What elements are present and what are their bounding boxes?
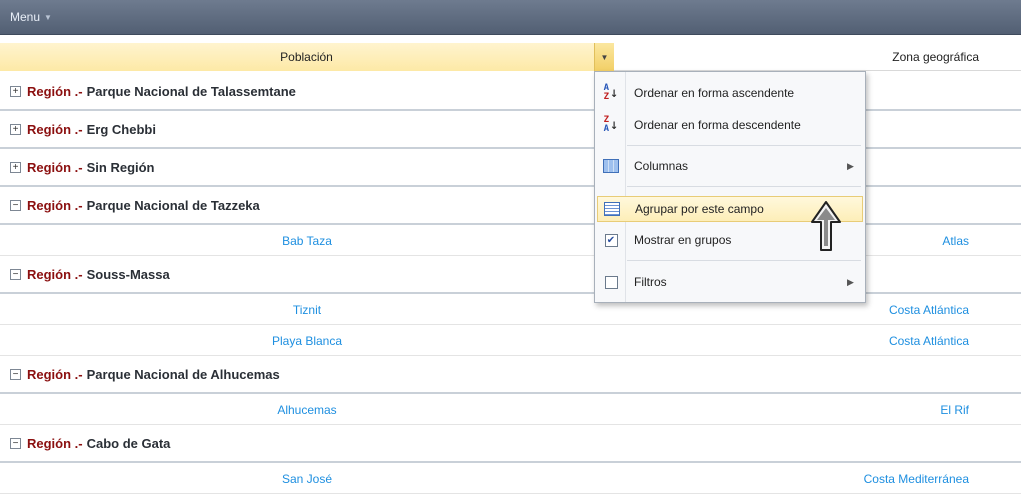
menu-separator xyxy=(627,186,861,187)
group-prefix: Región .- xyxy=(27,197,83,213)
group-name: Parque Nacional de Tazzeka xyxy=(86,197,260,213)
group-prefix: Región .- xyxy=(27,159,83,175)
menu-separator xyxy=(627,145,861,146)
mouse-cursor-icon xyxy=(811,201,841,251)
group-row: + Región .- Erg Chebbi xyxy=(0,111,1021,149)
grid-body: + Región .- Parque Nacional de Talassemtan… xyxy=(0,73,1021,494)
grid-header: Población ▼ Zona geográfica xyxy=(0,43,1021,71)
group-prefix: Región .- xyxy=(27,83,83,99)
checkbox-unchecked-icon xyxy=(604,275,618,289)
expand-icon[interactable]: + xyxy=(10,85,21,97)
group-row: − Región .- Parque Nacional de Alhucemas xyxy=(0,356,1021,394)
group-prefix: Región .- xyxy=(27,435,83,451)
chevron-down-icon: ▼ xyxy=(44,12,52,22)
submenu-arrow-icon: ▶ xyxy=(847,276,854,287)
group-by-icon xyxy=(604,202,620,216)
column-header-zona[interactable]: Zona geográfica xyxy=(614,43,1021,71)
columns-icon xyxy=(603,159,619,173)
menu-label: Menu xyxy=(10,10,41,24)
table-row[interactable]: Tiznit Costa Atlántica xyxy=(0,294,1021,325)
menu-item-label: Ordenar en forma ascendente xyxy=(634,86,795,100)
table-row[interactable]: San José Costa Mediterránea xyxy=(0,463,1021,494)
cell-poblacion: Tiznit xyxy=(292,302,322,317)
column-header-poblacion[interactable]: Población xyxy=(0,43,614,71)
group-row: + Región .- Sin Región xyxy=(0,149,1021,187)
cell-zona: Costa Mediterránea xyxy=(863,471,969,486)
table-row[interactable]: Playa Blanca Costa Atlántica xyxy=(0,325,1021,356)
menu-item-sort-asc[interactable]: A Z ↓ Ordenar en forma ascendente xyxy=(597,80,863,106)
collapse-icon[interactable]: − xyxy=(10,437,21,449)
group-prefix: Región .- xyxy=(27,266,83,282)
column-context-menu: A Z ↓ Ordenar en forma ascendente Z A ↓ Orde… xyxy=(594,71,866,303)
cell-poblacion: San José xyxy=(281,471,333,486)
menu-item-label: Ordenar en forma descendente xyxy=(634,118,801,132)
group-row: + Región .- Parque Nacional de Talassemtan… xyxy=(0,73,1021,111)
group-name: Parque Nacional de Talassemtane xyxy=(86,83,296,99)
group-row: − Región .- Parque Nacional de Tazzeka xyxy=(0,187,1021,225)
menu-item-filters[interactable]: Filtros ▶ xyxy=(597,269,863,295)
expand-icon[interactable]: + xyxy=(10,161,21,173)
group-name: Sin Región xyxy=(86,159,155,175)
expand-icon[interactable]: + xyxy=(10,123,21,135)
column-header-poblacion-label: Población xyxy=(280,50,333,64)
table-row[interactable]: Bab Taza Atlas xyxy=(0,225,1021,256)
group-name: Souss-Massa xyxy=(86,266,170,282)
menu-item-sort-desc[interactable]: Z A ↓ Ordenar en forma descendente xyxy=(597,112,863,138)
menu-item-label: Filtros xyxy=(634,275,667,289)
collapse-icon[interactable]: − xyxy=(10,268,21,280)
group-name: Erg Chebbi xyxy=(86,121,156,137)
collapse-icon[interactable]: − xyxy=(10,199,21,211)
column-header-zona-label: Zona geográfica xyxy=(892,50,979,64)
menubar: Menu ▼ xyxy=(0,0,1021,35)
cell-poblacion: Playa Blanca xyxy=(271,333,343,348)
group-row: − Región .- Souss-Massa xyxy=(0,256,1021,294)
sort-ascending-icon: A Z ↓ xyxy=(603,83,619,102)
group-prefix: Región .- xyxy=(27,366,83,382)
group-prefix: Región .- xyxy=(27,121,83,137)
group-row: − Región .- Cabo de Gata xyxy=(0,425,1021,463)
chevron-down-icon: ▼ xyxy=(600,52,609,62)
table-row[interactable]: Alhucemas El Rif xyxy=(0,394,1021,425)
cell-poblacion: Bab Taza xyxy=(282,233,332,248)
menu-button[interactable]: Menu ▼ xyxy=(10,10,52,24)
menu-item-label: Columnas xyxy=(634,159,689,173)
cell-zona: Costa Atlántica xyxy=(888,333,969,348)
menu-separator xyxy=(627,260,861,261)
submenu-arrow-icon: ▶ xyxy=(847,160,854,171)
cell-zona: El Rif xyxy=(940,402,969,417)
checkbox-checked-icon: ✔ xyxy=(604,233,618,247)
column-menu-trigger[interactable]: ▼ xyxy=(594,43,614,71)
collapse-icon[interactable]: − xyxy=(10,368,21,380)
group-name: Parque Nacional de Alhucemas xyxy=(86,366,280,382)
group-name: Cabo de Gata xyxy=(86,435,171,451)
cell-poblacion: Alhucemas xyxy=(277,402,337,417)
menu-item-columns[interactable]: Columnas ▶ xyxy=(597,153,863,179)
sort-descending-icon: Z A ↓ xyxy=(603,115,619,134)
